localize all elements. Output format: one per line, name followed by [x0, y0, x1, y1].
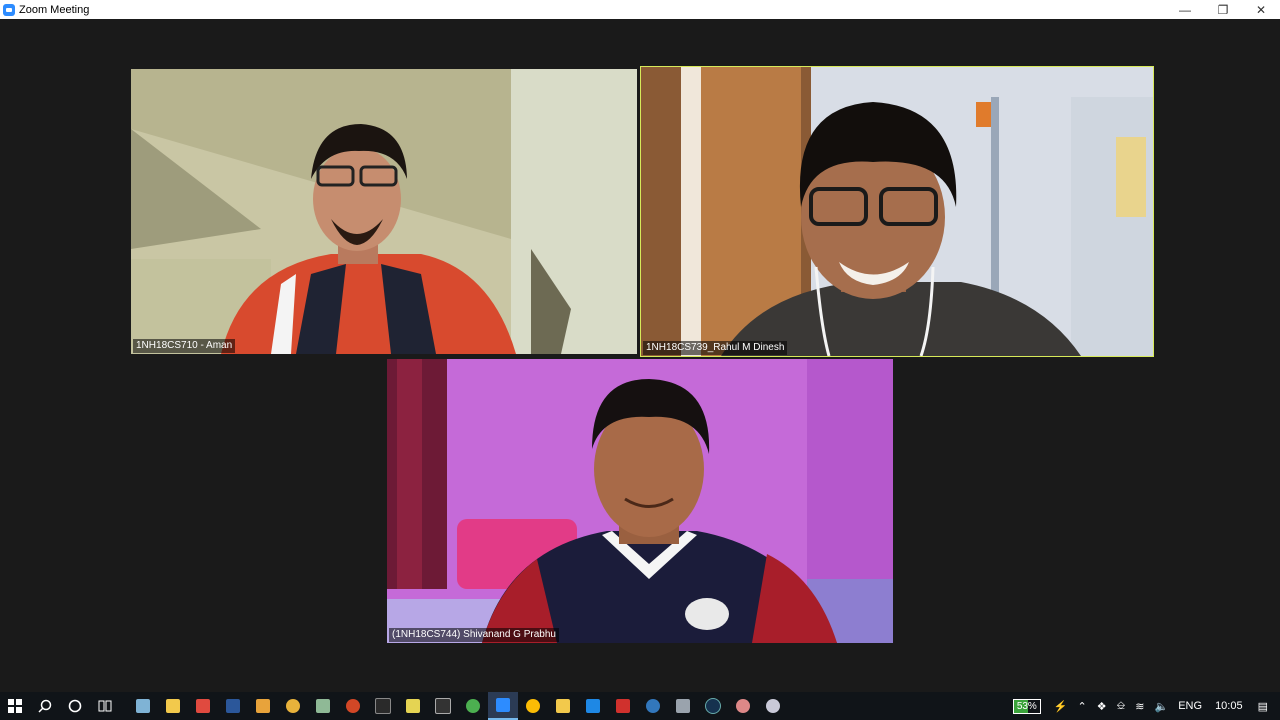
- app-icon[interactable]: [608, 692, 638, 720]
- minimize-button[interactable]: —: [1166, 0, 1204, 19]
- app-icon[interactable]: [248, 692, 278, 720]
- word-icon[interactable]: [218, 692, 248, 720]
- file-explorer-icon[interactable]: [158, 692, 188, 720]
- language-indicator[interactable]: ENG: [1178, 700, 1202, 712]
- title-bar: Zoom Meeting — ❐ ✕: [0, 0, 1280, 19]
- volume-icon[interactable]: 🔈: [1155, 700, 1169, 713]
- cmd-icon[interactable]: [428, 692, 458, 720]
- participant-name: 1NH18CS710 - Aman: [133, 339, 236, 353]
- app-icon[interactable]: [668, 692, 698, 720]
- dropbox-icon[interactable]: ❖: [1097, 700, 1107, 713]
- participant-name: (1NH18CS744) Shivanand G Prabhu: [389, 628, 559, 642]
- participant-video: [131, 69, 637, 354]
- task-view-icon[interactable]: [90, 692, 120, 720]
- participant-video: [641, 67, 1153, 356]
- vscode-icon[interactable]: [578, 692, 608, 720]
- battery-indicator[interactable]: 53%: [1012, 698, 1041, 714]
- powerpoint-icon[interactable]: [338, 692, 368, 720]
- zoom-app-icon: [3, 3, 15, 16]
- system-tray: 53% ⚡ ⌃ ❖ ⎒ ≋ 🔈 ENG 10:05 ▤: [1012, 692, 1280, 720]
- edge-icon[interactable]: [638, 692, 668, 720]
- chrome-icon[interactable]: [278, 692, 308, 720]
- gallery-view: 1NH18CS710 - Aman 1NH18CS739_Rahul M Din…: [0, 19, 1280, 692]
- window-title: Zoom Meeting: [19, 3, 90, 16]
- participant-tile[interactable]: 1NH18CS710 - Aman: [131, 69, 637, 354]
- wifi-icon[interactable]: ≋: [1135, 700, 1144, 713]
- app-icon[interactable]: [728, 692, 758, 720]
- window-controls: — ❐ ✕: [1166, 0, 1280, 19]
- file-explorer-icon[interactable]: [548, 692, 578, 720]
- participant-tile-active-speaker[interactable]: 1NH18CS739_Rahul M Dinesh: [640, 66, 1154, 357]
- zoom-icon[interactable]: [488, 692, 518, 720]
- windows-taskbar: 53% ⚡ ⌃ ❖ ⎒ ≋ 🔈 ENG 10:05 ▤: [0, 692, 1280, 720]
- app-icon[interactable]: [128, 692, 158, 720]
- chrome-icon[interactable]: [518, 692, 548, 720]
- settings-icon[interactable]: [758, 692, 788, 720]
- app-icon[interactable]: [398, 692, 428, 720]
- chrome-icon[interactable]: [458, 692, 488, 720]
- app-icon[interactable]: [308, 692, 338, 720]
- terminal-icon[interactable]: [368, 692, 398, 720]
- tray-app-icon[interactable]: ⚡: [1054, 700, 1068, 713]
- action-center-icon[interactable]: ▤: [1258, 700, 1268, 713]
- power-plug-icon[interactable]: ⎒: [1117, 700, 1126, 713]
- close-button[interactable]: ✕: [1242, 0, 1280, 19]
- participant-name: 1NH18CS739_Rahul M Dinesh: [643, 341, 788, 355]
- participant-video: [387, 359, 893, 643]
- app-icon[interactable]: [188, 692, 218, 720]
- start-icon[interactable]: [0, 692, 30, 720]
- cortana-icon[interactable]: [60, 692, 90, 720]
- search-icon[interactable]: [30, 692, 60, 720]
- restore-button[interactable]: ❐: [1204, 0, 1242, 19]
- chevron-up-icon[interactable]: ⌃: [1078, 700, 1087, 713]
- app-icon[interactable]: [698, 692, 728, 720]
- participant-tile[interactable]: (1NH18CS744) Shivanand G Prabhu: [387, 359, 893, 643]
- clock[interactable]: 10:05: [1215, 700, 1243, 712]
